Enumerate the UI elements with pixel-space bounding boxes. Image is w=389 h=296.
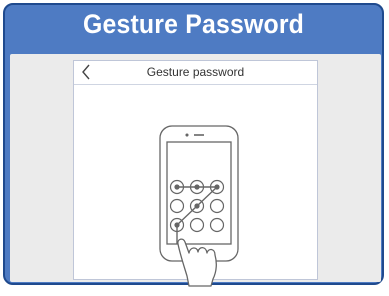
content-panel: Gesture password	[10, 54, 381, 287]
gesture-password-card: Gesture Password Gesture password	[3, 3, 384, 287]
pattern-lock-illustration	[154, 116, 274, 291]
app-screen: Gesture password	[73, 60, 318, 287]
pattern-grid-icon	[169, 179, 225, 244]
nav-title: Gesture password	[146, 65, 245, 79]
nav-bar: Gesture password	[74, 61, 317, 85]
banner-title: Gesture Password	[82, 9, 305, 39]
pattern-lock-phone-icon	[159, 125, 239, 287]
hand-pointer-icon	[177, 238, 217, 287]
